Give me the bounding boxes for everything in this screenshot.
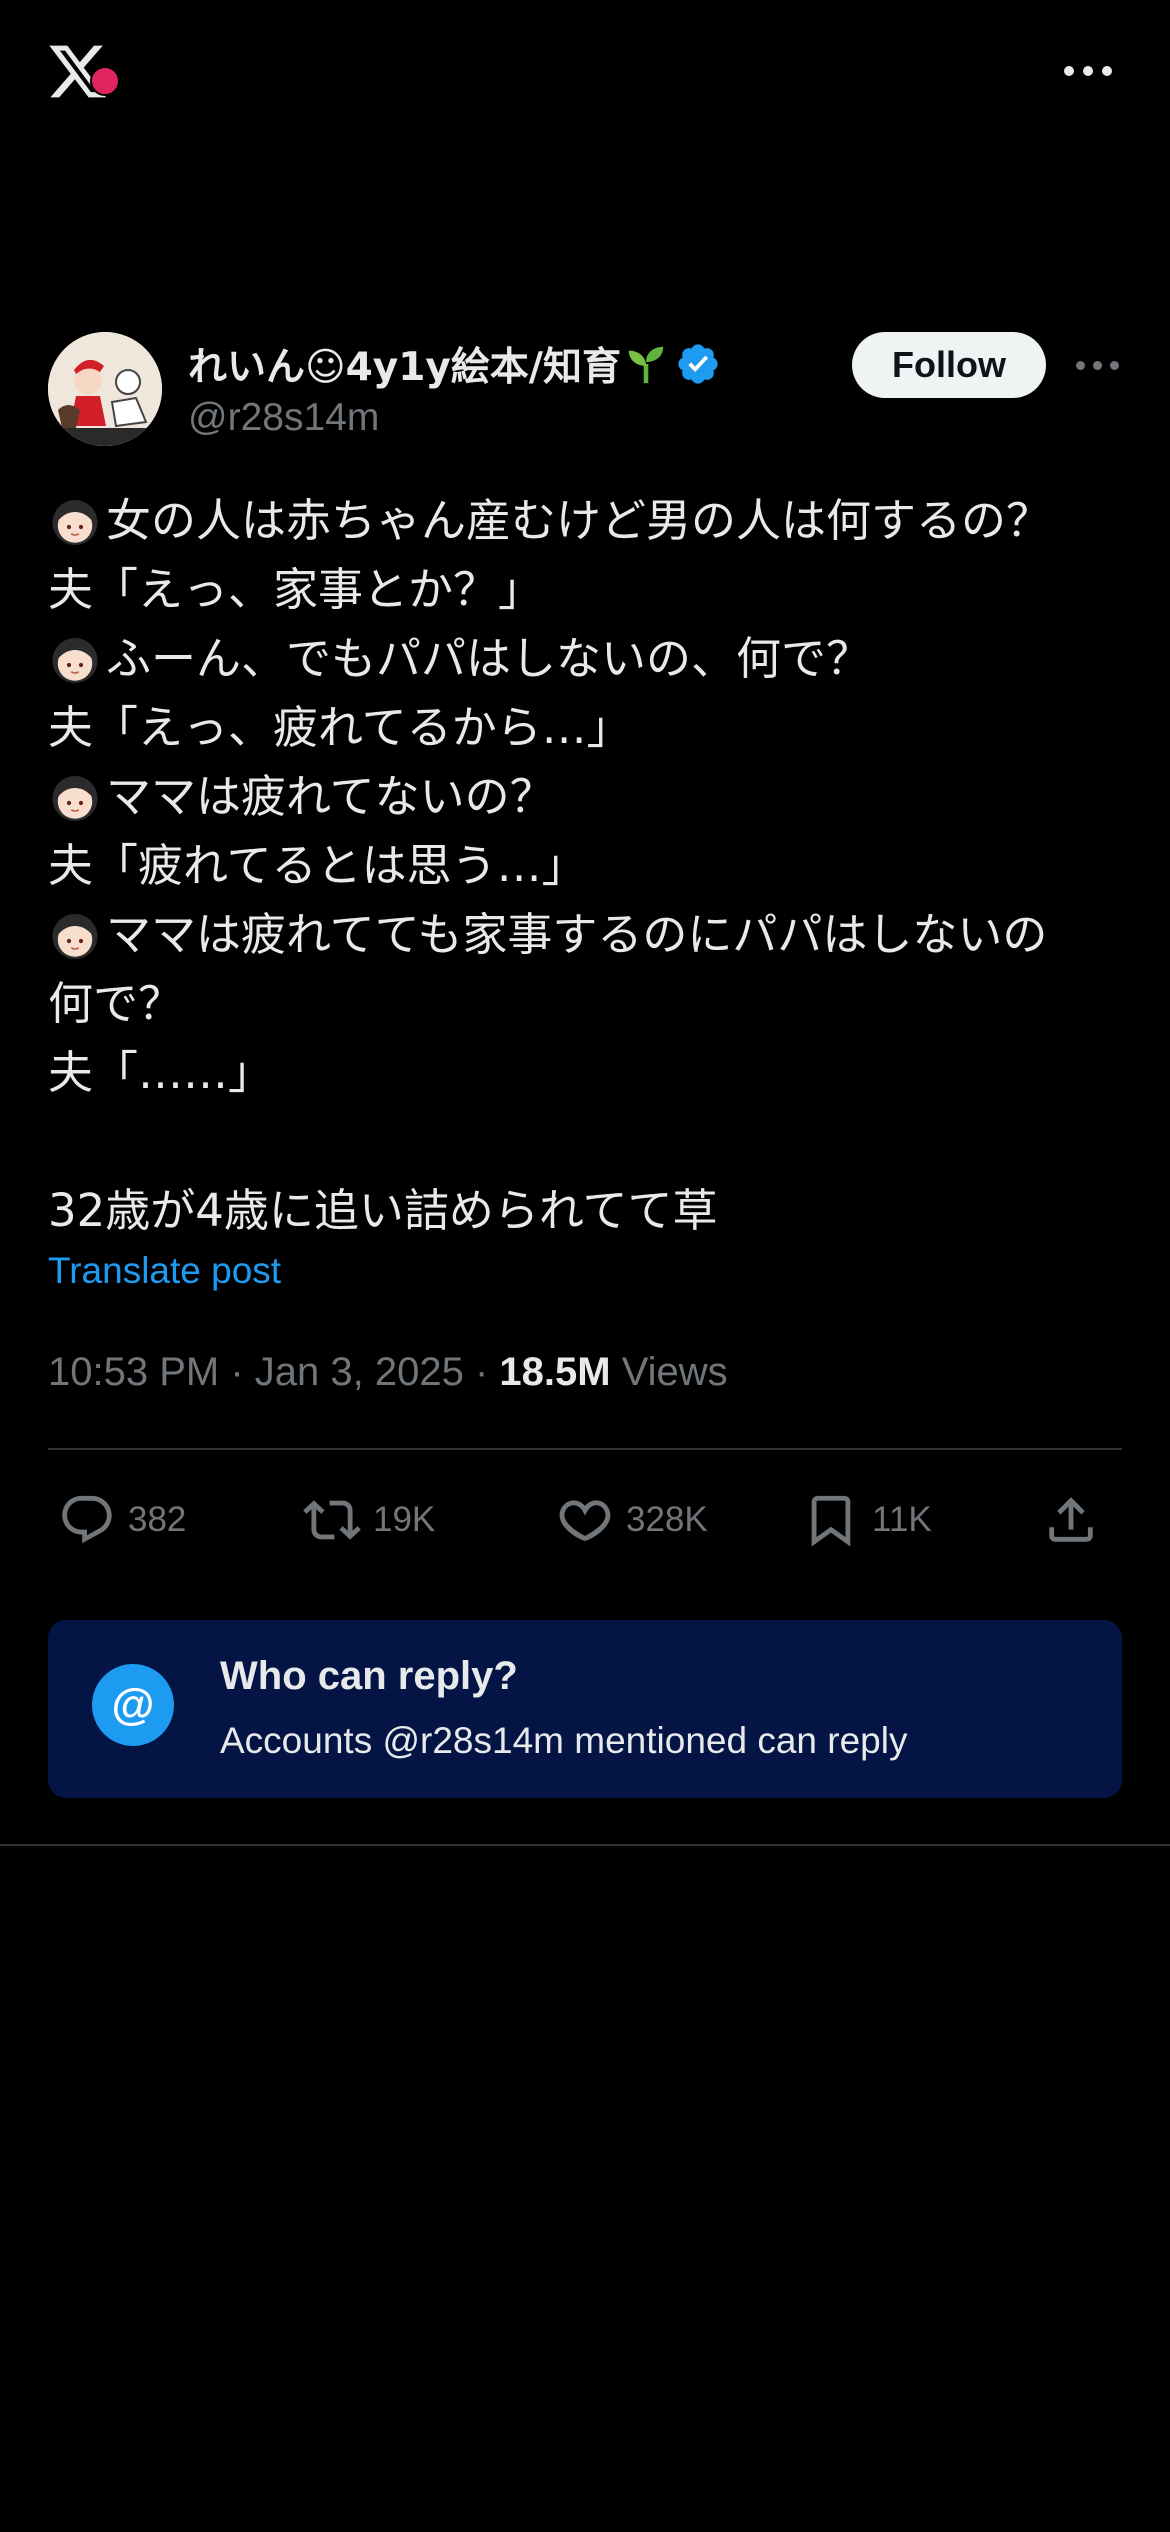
top-bar	[0, 0, 1170, 150]
who-can-reply-description: Accounts @r28s14m mentioned can reply	[220, 1720, 908, 1761]
who-can-reply-card: @ Who can reply? Accounts @r28s14m menti…	[48, 1620, 1122, 1798]
verified-badge-icon[interactable]	[675, 341, 721, 387]
author-handle[interactable]: @r28s14m	[188, 396, 379, 440]
share-button[interactable]	[1042, 1480, 1112, 1560]
post-line-text: 夫「疲れてるとは思う…」	[48, 839, 587, 892]
sprout-icon	[623, 341, 669, 387]
avatar[interactable]	[48, 332, 162, 446]
like-count: 328K	[626, 1500, 708, 1539]
girl-emoji-icon	[48, 632, 102, 686]
post-line-text: ママは疲れてないの？	[106, 770, 555, 823]
post-line: 夫「えっ、家事とか？」	[48, 555, 1122, 624]
post-line-text: 夫「えっ、家事とか？」	[48, 563, 544, 616]
reply-button[interactable]: 382	[58, 1480, 186, 1560]
meta-separator: ·	[474, 1350, 500, 1394]
reply-count: 382	[128, 1500, 187, 1539]
girl-emoji-icon	[48, 908, 102, 962]
x-logo-icon[interactable]	[46, 40, 120, 106]
post-line: 夫「……」	[48, 1038, 1122, 1107]
share-icon	[1049, 1497, 1093, 1542]
post-line: 32歳が4歳に追い詰められてて草	[48, 1176, 1122, 1245]
post-line: 何で？	[48, 969, 1122, 1038]
more-options-icon[interactable]	[1060, 56, 1120, 86]
bookmark-count: 11K	[872, 1500, 932, 1539]
repost-icon	[303, 1500, 361, 1540]
follow-button[interactable]: Follow	[852, 332, 1046, 398]
post-line: ママは疲れてても家事するのにパパはしないの	[48, 900, 1122, 969]
repost-button[interactable]: 19K	[303, 1480, 435, 1560]
post-line: 夫「えっ、疲れてるから…」	[48, 693, 1122, 762]
bookmark-button[interactable]: 11K	[802, 1480, 932, 1560]
post-more-icon[interactable]	[1074, 358, 1122, 374]
post-line-text: ふーん、でもパパはしないの、何で？	[106, 632, 872, 685]
who-can-reply-title: Who can reply?	[220, 1654, 518, 1698]
post-author: れいん☺︎4y1y絵本/知育 @r28s14m Follow	[48, 332, 1122, 452]
views-label: Views	[621, 1350, 728, 1394]
meta-separator: ·	[230, 1350, 255, 1394]
post-line-text: 夫「……」	[48, 1046, 274, 1099]
translate-post-link[interactable]: Translate post	[48, 1250, 281, 1292]
post-line-text: 何で？	[48, 977, 184, 1030]
post-metadata: 10:53 PM · Jan 3, 2025 · 18.5M Views	[48, 1350, 728, 1395]
display-name[interactable]: れいん☺︎4y1y絵本/知育	[188, 336, 621, 392]
post-time[interactable]: 10:53 PM	[48, 1350, 219, 1394]
reply-icon	[62, 1495, 112, 1544]
post-text: 女の人は赤ちゃん産むけど男の人は何するの？ 夫「えっ、家事とか？」ふーん、でもパパ…	[48, 486, 1122, 1245]
girl-emoji-icon	[48, 770, 102, 824]
views-count[interactable]: 18.5M	[499, 1350, 610, 1394]
post-line: ママは疲れてないの？	[48, 762, 1122, 831]
divider	[0, 1844, 1170, 1846]
divider	[48, 1448, 1122, 1450]
post-line-text: 夫「えっ、疲れてるから…」	[48, 701, 632, 754]
post-line: ふーん、でもパパはしないの、何で？	[48, 624, 1122, 693]
post-line-text: 32歳が4歳に追い詰められてて草	[48, 1184, 718, 1237]
display-name-row: れいん☺︎4y1y絵本/知育	[188, 336, 721, 392]
girl-emoji-icon	[48, 494, 102, 548]
bookmark-icon	[811, 1495, 851, 1547]
like-button[interactable]: 328K	[556, 1480, 708, 1560]
post-line-text: 女の人は赤ちゃん産むけど男の人は何するの？	[106, 494, 1052, 547]
post-date[interactable]: Jan 3, 2025	[255, 1350, 464, 1394]
post-line: 女の人は赤ちゃん産むけど男の人は何するの？	[48, 486, 1122, 555]
mention-icon: @	[92, 1664, 174, 1746]
notification-badge-icon	[90, 66, 120, 96]
repost-count: 19K	[373, 1500, 436, 1539]
post-line	[48, 1107, 1122, 1176]
post-actions: 382 19K 328K 11K	[48, 1480, 1122, 1560]
heart-icon	[559, 1500, 611, 1541]
post-line-text: ママは疲れてても家事するのにパパはしないの	[106, 908, 1048, 961]
post-line: 夫「疲れてるとは思う…」	[48, 831, 1122, 900]
